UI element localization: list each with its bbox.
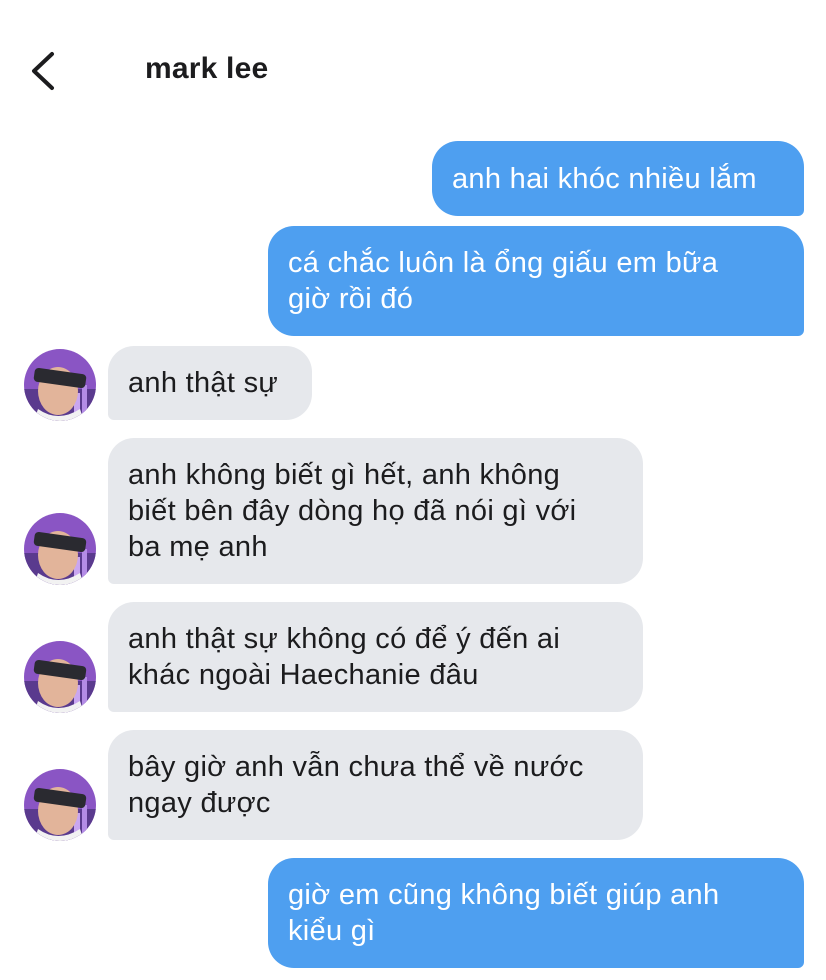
message-bubble-incoming[interactable]: bây giờ anh vẫn chưa thể về nước ngay đư…	[108, 730, 643, 840]
message-text: anh hai khóc nhiều lắm	[452, 162, 757, 195]
message-text: anh không biết gì hết, anh không biết bê…	[128, 459, 577, 563]
message-text: anh thật sự	[128, 367, 279, 399]
avatar[interactable]	[24, 513, 96, 585]
avatar[interactable]	[24, 641, 96, 713]
message-text: cá chắc luôn là ổng giấu em bữa giờ rồi …	[288, 247, 719, 315]
avatar-image	[24, 349, 96, 421]
avatar-image	[24, 769, 96, 841]
message-bubble-outgoing[interactable]: cá chắc luôn là ổng giấu em bữa giờ rồi …	[268, 226, 804, 336]
contact-name[interactable]: mark lee	[145, 52, 268, 86]
message-bubble-outgoing[interactable]: anh hai khóc nhiều lắm	[432, 141, 804, 216]
avatar[interactable]	[24, 769, 96, 841]
avatar-image	[24, 641, 96, 713]
message-bubble-incoming[interactable]: anh thật sự không có để ý đến ai khác ng…	[108, 602, 643, 712]
message-bubble-incoming[interactable]: anh thật sự	[108, 346, 312, 420]
chat-header: mark lee	[0, 0, 826, 130]
message-text: bây giờ anh vẫn chưa thể về nước ngay đư…	[128, 751, 584, 819]
avatar[interactable]	[24, 349, 96, 421]
back-button[interactable]	[22, 46, 70, 96]
message-bubble-outgoing[interactable]: giờ em cũng không biết giúp anh kiểu gì	[268, 858, 804, 968]
message-bubble-incoming[interactable]: anh không biết gì hết, anh không biết bê…	[108, 438, 643, 584]
message-text: anh thật sự không có để ý đến ai khác ng…	[128, 623, 561, 691]
message-text: giờ em cũng không biết giúp anh kiểu gì	[288, 879, 720, 947]
avatar-image	[24, 513, 96, 585]
chat-screen: mark lee anh hai khóc nhiều lắm cá chắc …	[0, 0, 826, 980]
chevron-left-icon	[32, 52, 54, 90]
